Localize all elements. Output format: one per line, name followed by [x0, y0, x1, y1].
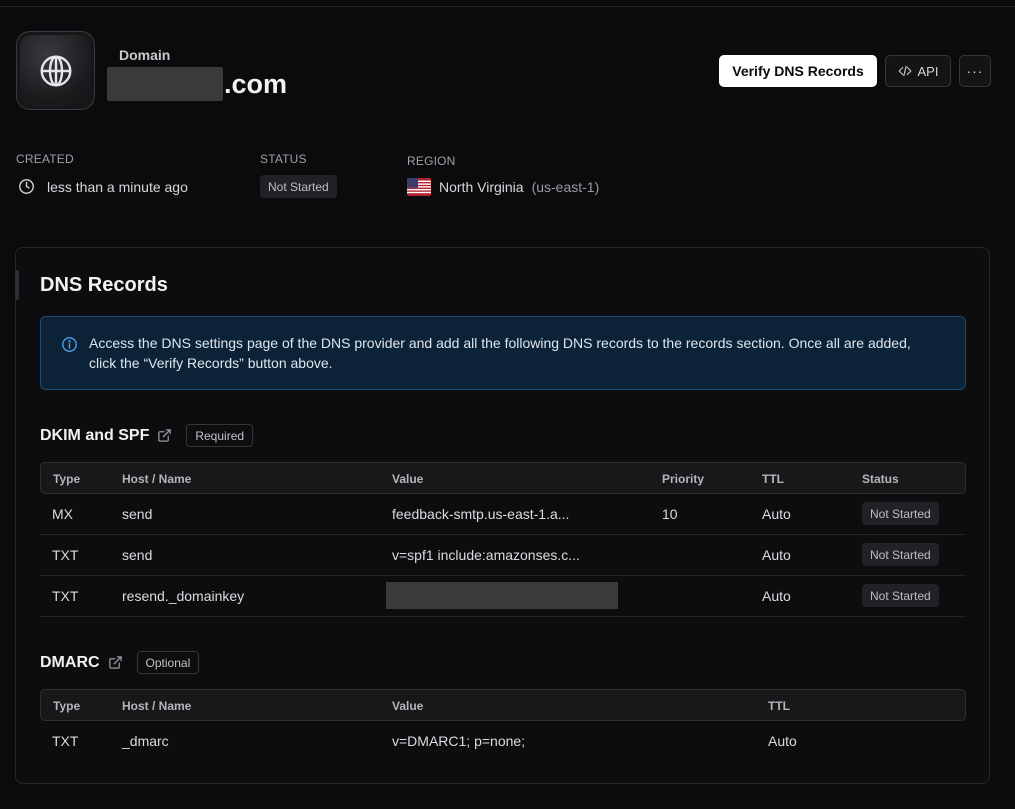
region-value: North Virginia (us-east-1) [407, 178, 599, 196]
top-divider [0, 6, 1015, 7]
dmarc-section-title: DMARC Optional [40, 651, 200, 674]
ellipsis-icon: ··· [966, 63, 984, 79]
status-badge: Not Started [862, 543, 939, 566]
domain-name: .com [107, 66, 287, 102]
code-icon [898, 65, 911, 77]
clock-icon [19, 179, 34, 194]
col-ttl: TTL [768, 699, 790, 713]
cell-type: MX [52, 506, 73, 522]
us-flag-icon [407, 178, 431, 196]
status-badge: Not Started [862, 584, 939, 607]
cell-type: TXT [52, 547, 79, 563]
col-type: Type [53, 472, 81, 486]
cell-value[interactable]: v=DMARC1; p=none; [392, 733, 525, 749]
verify-dns-records-button[interactable]: Verify DNS Records [719, 55, 877, 87]
info-callout: Access the DNS settings page of the DNS … [40, 316, 966, 390]
cell-type: TXT [52, 588, 79, 604]
more-options-button[interactable]: ··· [959, 55, 991, 87]
status-label: STATUS [260, 152, 307, 166]
dkim-table-header: Type Host / Name Value Priority TTL Stat… [40, 462, 966, 494]
cell-ttl: Auto [762, 588, 791, 604]
table-row: TXT _dmarc v=DMARC1; p=none; Auto [40, 721, 966, 762]
cell-host[interactable]: send [122, 506, 152, 522]
info-icon [62, 337, 77, 352]
cell-ttl: Auto [762, 506, 791, 522]
dkim-spf-section-title: DKIM and SPF Required [40, 424, 254, 447]
col-type: Type [53, 699, 81, 713]
cell-value[interactable]: v=spf1 include:amazonses.c... [392, 547, 580, 563]
domain-label: Domain [119, 47, 171, 63]
dmarc-title: DMARC [40, 653, 100, 671]
col-ttl: TTL [762, 472, 784, 486]
dmarc-table-header: Type Host / Name Value TTL [40, 689, 966, 721]
domain-tld: .com [224, 68, 288, 99]
cell-host[interactable]: _dmarc [122, 733, 169, 749]
api-button[interactable]: API [885, 55, 951, 87]
col-value: Value [392, 472, 424, 486]
globe-icon [40, 55, 71, 86]
external-link-icon[interactable] [157, 428, 172, 443]
table-row: TXT send v=spf1 include:amazonses.c... A… [40, 535, 966, 576]
external-link-icon[interactable] [108, 655, 123, 670]
created-label: CREATED [16, 152, 74, 166]
cell-priority: 10 [662, 506, 678, 522]
region-name: North Virginia [439, 179, 524, 195]
table-row: MX send feedback-smtp.us-east-1.a... 10 … [40, 494, 966, 535]
card-accent [15, 270, 19, 300]
redacted-value [386, 582, 618, 609]
cell-host[interactable]: resend._domainkey [122, 588, 244, 604]
col-status: Status [862, 472, 899, 486]
created-value-text: less than a minute ago [47, 178, 188, 195]
redacted-domain [107, 67, 223, 101]
created-value: less than a minute ago [18, 178, 188, 195]
dns-records-title: DNS Records [40, 274, 168, 296]
cell-value[interactable]: feedback-smtp.us-east-1.a... [392, 506, 569, 522]
table-row: TXT resend._domainkey Auto Not Started [40, 576, 966, 617]
required-badge: Required [186, 424, 254, 447]
api-button-label: API [917, 63, 939, 79]
cell-ttl: Auto [768, 733, 797, 749]
info-text: Access the DNS settings page of the DNS … [89, 335, 911, 371]
status-badge: Not Started [260, 175, 337, 198]
col-host: Host / Name [122, 472, 192, 486]
region-label: REGION [407, 154, 456, 168]
col-priority: Priority [662, 472, 705, 486]
col-host: Host / Name [122, 699, 192, 713]
dkim-spf-title: DKIM and SPF [40, 426, 150, 444]
col-value: Value [392, 699, 424, 713]
cell-host[interactable]: send [122, 547, 152, 563]
region-code: (us-east-1) [531, 179, 600, 195]
cell-ttl: Auto [762, 547, 791, 563]
optional-badge: Optional [136, 651, 200, 674]
domain-logo [16, 31, 95, 110]
cell-type: TXT [52, 733, 79, 749]
status-badge: Not Started [862, 502, 939, 525]
